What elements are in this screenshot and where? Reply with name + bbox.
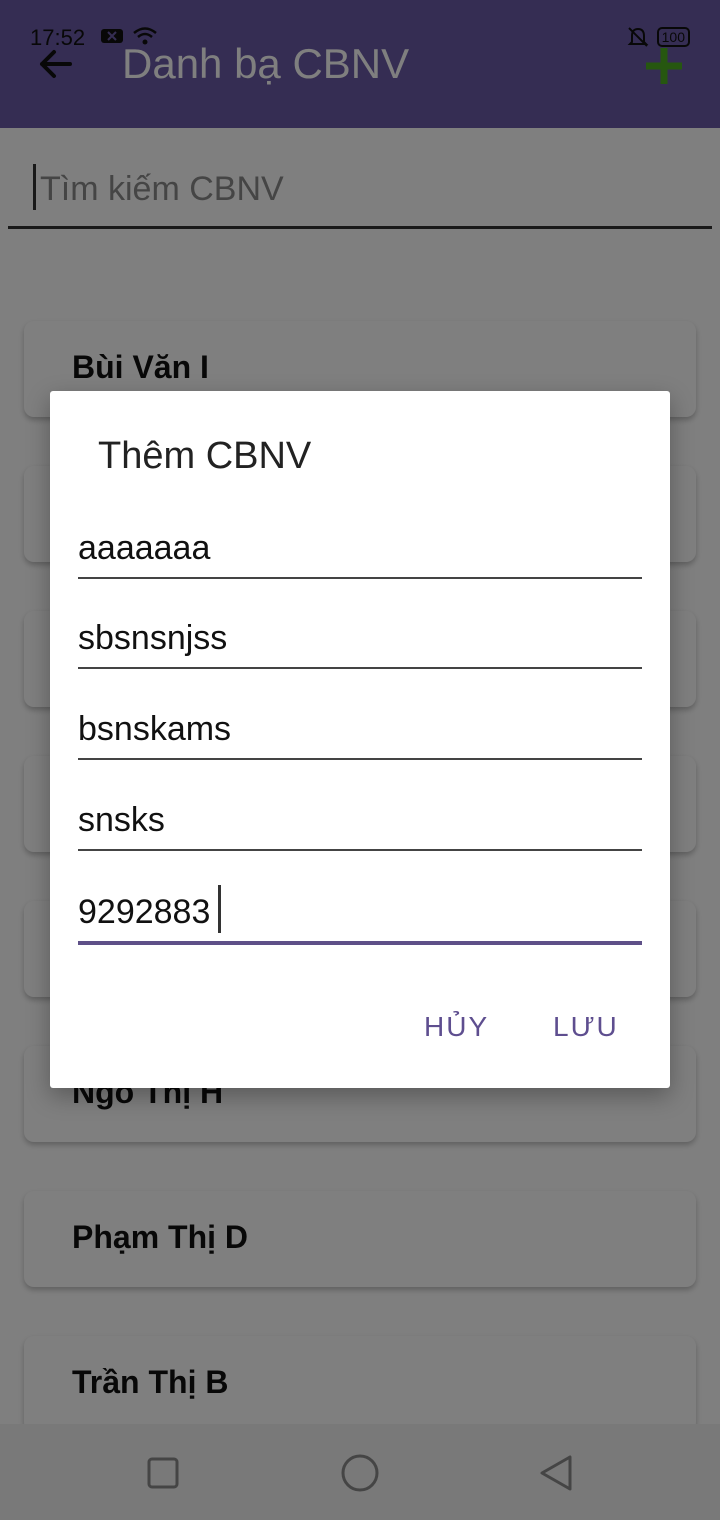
field-4[interactable]	[78, 787, 642, 851]
dialog-title: Thêm CBNV	[98, 435, 312, 477]
name-input[interactable]	[78, 523, 642, 573]
save-button[interactable]: LƯU	[553, 1011, 619, 1043]
text-cursor	[218, 885, 221, 933]
field-4-input[interactable]	[78, 795, 642, 845]
field-3-input[interactable]	[78, 704, 642, 754]
field-2[interactable]	[78, 605, 642, 669]
add-employee-dialog: Thêm CBNV HỦY LƯU	[50, 391, 670, 1088]
field-3[interactable]	[78, 696, 642, 760]
field-2-input[interactable]	[78, 613, 642, 663]
phone-input[interactable]	[78, 887, 642, 937]
cancel-button[interactable]: HỦY	[424, 1011, 489, 1043]
name-field[interactable]	[78, 515, 642, 579]
phone-field[interactable]	[78, 879, 642, 945]
